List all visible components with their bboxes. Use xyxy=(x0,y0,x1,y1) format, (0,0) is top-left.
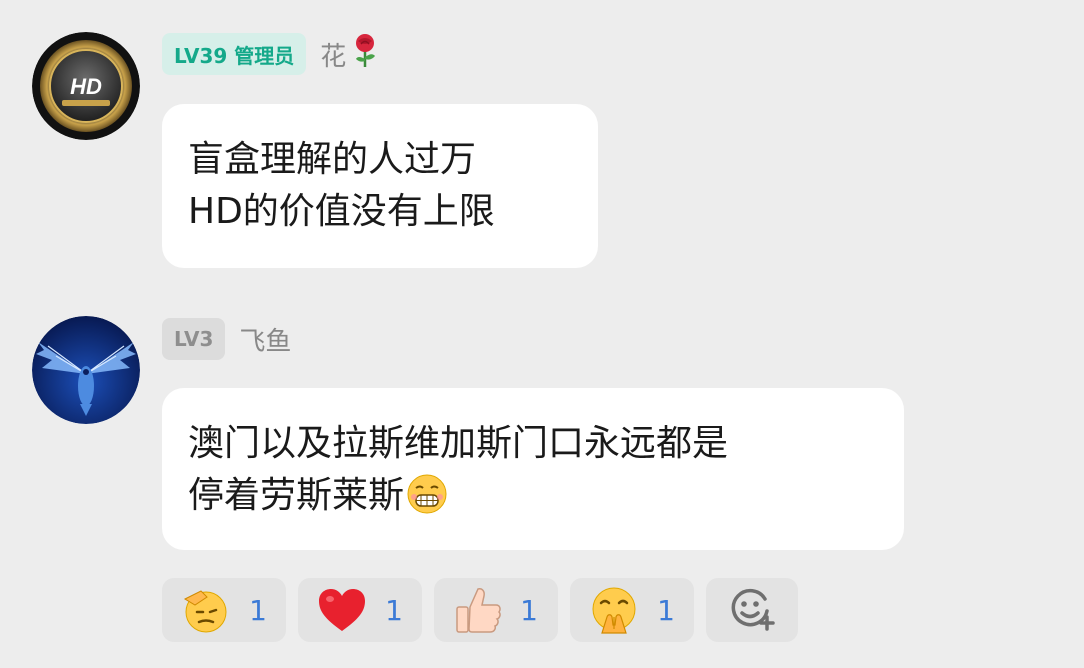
add-reaction-button[interactable] xyxy=(706,578,798,642)
level-badge[interactable]: LV39 管理员 xyxy=(162,33,307,75)
reaction-count: 1 xyxy=(249,593,267,627)
grimace-icon xyxy=(406,473,448,530)
nickname[interactable]: 花 xyxy=(320,33,380,76)
message-line: 盲盒理解的人过万 xyxy=(188,139,477,180)
avatar-text: HD xyxy=(70,74,102,99)
reaction-count: 1 xyxy=(385,593,403,627)
add-reaction-icon xyxy=(727,583,777,637)
message-bubble[interactable]: 盲盒理解的人过万 HD的价值没有上限 xyxy=(162,104,598,268)
nickname-text: 飞鱼 xyxy=(239,326,292,357)
reaction-bar: 1 1 1 1 xyxy=(162,578,798,642)
chat-page: HD LV39 管理员 花 盲盒理解的人过万 HD的价值没有上限 LV3 飞鱼 … xyxy=(0,0,1084,668)
hd-badge-avatar[interactable]: HD xyxy=(32,32,140,140)
reaction-heart[interactable]: 1 xyxy=(298,578,422,642)
hand-over-mouth-icon xyxy=(589,585,639,635)
message-line: HD的价值没有上限 xyxy=(188,191,495,232)
heart-icon xyxy=(317,587,367,633)
reaction-thumbs-up[interactable]: 1 xyxy=(434,578,558,642)
salute-face-icon xyxy=(181,585,231,635)
message-line: 停着劳斯莱斯 xyxy=(188,475,405,516)
reaction-count: 1 xyxy=(657,593,675,627)
rose-icon xyxy=(350,33,380,76)
message-meta: LV3 飞鱼 xyxy=(162,318,291,360)
thumbs-up-icon xyxy=(454,585,502,635)
message-line: 澳门以及拉斯维加斯门口永远都是 xyxy=(188,423,729,464)
reaction-count: 1 xyxy=(520,593,538,627)
nickname-text: 花 xyxy=(320,41,347,72)
message-meta: LV39 管理员 花 xyxy=(162,33,380,75)
nickname[interactable]: 飞鱼 xyxy=(239,321,291,358)
reaction-salute[interactable]: 1 xyxy=(162,578,286,642)
flying-fish-avatar[interactable] xyxy=(32,316,140,424)
reaction-hand-over-mouth[interactable]: 1 xyxy=(570,578,694,642)
message-line-with-emoji: 停着劳斯莱斯 xyxy=(188,470,878,530)
message-bubble[interactable]: 澳门以及拉斯维加斯门口永远都是 停着劳斯莱斯 xyxy=(162,388,904,550)
level-badge[interactable]: LV3 xyxy=(162,318,226,360)
